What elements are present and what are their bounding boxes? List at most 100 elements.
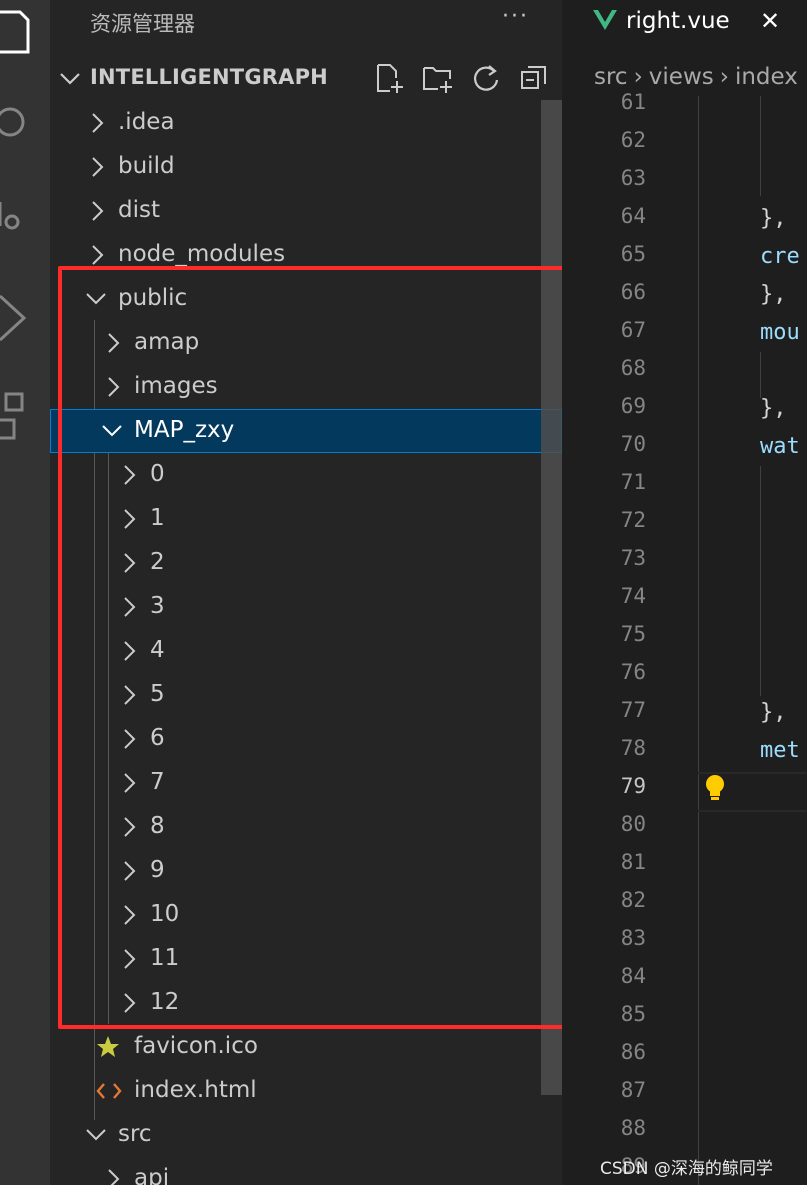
line-number: 71 xyxy=(620,470,646,494)
breadcrumb-item[interactable]: src xyxy=(594,64,628,90)
indent-guide xyxy=(698,96,699,1185)
more-actions-icon[interactable]: ··· xyxy=(502,4,529,29)
tree-folder-1[interactable]: 1 xyxy=(50,497,562,541)
indent-guide xyxy=(760,352,761,398)
line-number: 85 xyxy=(620,1002,646,1026)
chevron-right-icon xyxy=(92,201,104,221)
collapse-all-icon[interactable] xyxy=(518,62,550,94)
files-icon[interactable] xyxy=(0,6,30,58)
tree-label: images xyxy=(134,373,218,399)
tree-file-index-html[interactable]: index.html xyxy=(50,1069,562,1113)
code-line: wat xyxy=(760,434,800,459)
close-icon[interactable]: ✕ xyxy=(760,7,780,35)
chevron-right-icon xyxy=(124,641,136,661)
tree-label: 1 xyxy=(150,505,165,531)
tab-bar: right.vue ✕ xyxy=(562,0,807,46)
line-number: 75 xyxy=(620,622,646,646)
indent-guide xyxy=(760,96,761,196)
extensions-icon[interactable] xyxy=(0,390,30,444)
source-control-icon[interactable] xyxy=(0,196,30,240)
tree-folder-9[interactable]: 9 xyxy=(50,849,562,893)
activity-bar xyxy=(0,0,50,1185)
tree-folder-amap[interactable]: amap xyxy=(50,321,562,365)
tree-label: .idea xyxy=(118,109,175,135)
tree-folder-idea[interactable]: .idea xyxy=(50,101,562,145)
code-line: mou xyxy=(760,320,800,345)
tree-folder-5[interactable]: 5 xyxy=(50,673,562,717)
tree-label: 12 xyxy=(150,989,180,1015)
chevron-right-icon xyxy=(124,861,136,881)
tree-folder-0[interactable]: 0 xyxy=(50,453,562,497)
breadcrumb-item[interactable]: index xyxy=(735,64,798,90)
indent-guide xyxy=(760,466,761,696)
line-number: 81 xyxy=(620,850,646,874)
tree-folder-build[interactable]: build xyxy=(50,145,562,189)
chevron-right-icon xyxy=(124,465,136,485)
tree-folder-3[interactable]: 3 xyxy=(50,585,562,629)
tree-label: dist xyxy=(118,197,160,223)
refresh-icon[interactable] xyxy=(470,62,502,94)
tree-folder-6[interactable]: 6 xyxy=(50,717,562,761)
chevron-down-icon xyxy=(102,425,122,437)
tree-folder-10[interactable]: 10 xyxy=(50,893,562,937)
workspace-name: INTELLIGENTGRAPH xyxy=(90,65,328,89)
tree-folder-4[interactable]: 4 xyxy=(50,629,562,673)
editor-pane: right.vue ✕ src › views › index 61 62 63 64 65 66… xyxy=(562,0,807,1185)
tree-folder-node-modules[interactable]: node_modules xyxy=(50,233,562,277)
tree-label: api xyxy=(134,1165,170,1185)
tree-file-favicon[interactable]: favicon.ico xyxy=(50,1025,562,1069)
breadcrumb: src › views › index xyxy=(594,64,798,90)
tree-folder-api[interactable]: api xyxy=(50,1157,562,1185)
tree-folder-public[interactable]: public xyxy=(50,277,562,321)
tree-folder-11[interactable]: 11 xyxy=(50,937,562,981)
explorer-scrollbar[interactable] xyxy=(541,100,562,1095)
lightbulb-icon[interactable] xyxy=(704,774,726,802)
breadcrumb-item[interactable]: views xyxy=(649,64,714,90)
search-icon[interactable] xyxy=(0,102,30,146)
new-file-icon[interactable] xyxy=(374,62,406,94)
workspace-header[interactable]: INTELLIGENTGRAPH xyxy=(50,56,562,100)
tree-label: 3 xyxy=(150,593,165,619)
star-icon xyxy=(97,1036,119,1057)
chevron-down-icon xyxy=(86,293,106,305)
run-debug-icon[interactable] xyxy=(0,290,30,344)
tree-folder-12[interactable]: 12 xyxy=(50,981,562,1025)
tree-label: 10 xyxy=(150,901,180,927)
tree-label: src xyxy=(118,1121,152,1147)
code-icon xyxy=(96,1083,122,1099)
chevron-right-icon xyxy=(124,509,136,529)
explorer-header: 资源管理器 ··· xyxy=(50,0,562,44)
tab-right-vue[interactable]: right.vue ✕ xyxy=(562,0,807,46)
tree-folder-images[interactable]: images xyxy=(50,365,562,409)
tree-label: public xyxy=(118,285,188,311)
tree-label: 0 xyxy=(150,461,165,487)
chevron-down-icon xyxy=(86,1129,106,1141)
tree-folder-2[interactable]: 2 xyxy=(50,541,562,585)
chevron-right-icon xyxy=(124,553,136,573)
tree-label: amap xyxy=(134,329,200,355)
line-number: 80 xyxy=(620,812,646,836)
line-number: 67 xyxy=(620,318,646,342)
code-line: }, xyxy=(760,206,787,231)
line-number: 70 xyxy=(620,432,646,456)
line-number: 76 xyxy=(620,660,646,684)
line-number: 87 xyxy=(620,1078,646,1102)
line-number: 68 xyxy=(620,356,646,380)
tree-label: 9 xyxy=(150,857,165,883)
watermark: CSDN @深海的鲸同学 xyxy=(600,1159,773,1179)
tree-folder-8[interactable]: 8 xyxy=(50,805,562,849)
chevron-right-icon xyxy=(92,157,104,177)
line-number: 83 xyxy=(620,926,646,950)
tree-folder-7[interactable]: 7 xyxy=(50,761,562,805)
line-number: 69 xyxy=(620,394,646,418)
chevron-right-icon xyxy=(92,113,104,133)
tree-folder-map-zxy[interactable]: MAP_zxy xyxy=(50,409,562,453)
line-number: 84 xyxy=(620,964,646,988)
tree-label: 7 xyxy=(150,769,165,795)
tree-label: 6 xyxy=(150,725,165,751)
tree-folder-src[interactable]: src xyxy=(50,1113,562,1157)
chevron-right-icon: › xyxy=(719,64,729,90)
new-folder-icon[interactable] xyxy=(422,62,454,94)
tree-folder-dist[interactable]: dist xyxy=(50,189,562,233)
tree-label: build xyxy=(118,153,175,179)
